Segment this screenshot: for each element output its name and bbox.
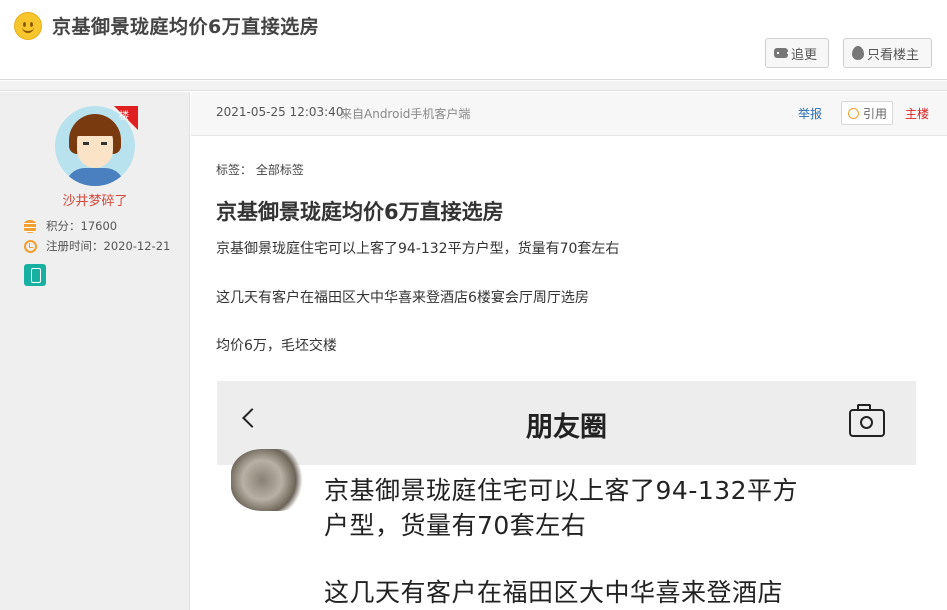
follow-button[interactable]: 追更 [765,38,829,68]
moment-text-line: 这几天有客户在福田区大中华喜来登酒店 [324,578,784,607]
droplet-icon [852,46,864,60]
post-tags[interactable]: 标签： 全部标签 [216,161,304,178]
owner-only-label: 只看楼主 [867,47,920,63]
post-paragraph: 京基御景珑庭住宅可以上客了94-132平方户型，货量有70套左右 [216,241,620,257]
mobile-phone-icon [24,264,46,286]
username-link[interactable]: 沙井梦碎了 [0,190,190,209]
quote-icon [848,107,859,119]
points-text: 积分：17600 [46,219,118,233]
floor-badge-text: 楼 [119,111,129,122]
post-title: 京基御景珑庭均价6万直接选房 [216,200,504,224]
embedded-nav-bar: 朋友圈 [217,381,916,465]
post-source: 来自Android手机客户端 [340,107,471,121]
camera-icon [849,404,885,437]
author-panel: 楼 沙井梦碎了 积分：17600 注册时间：2020-12-21 [0,92,190,610]
post-time: 2021-05-25 12:03:40 [216,105,344,119]
coins-icon [24,219,36,233]
smiley-icon [14,12,42,40]
report-link[interactable]: 举报 [798,105,822,122]
register-text: 注册时间：2020-12-21 [46,239,171,253]
points-row: 积分：17600 [24,218,117,234]
moment-text-line: 京基御景珑庭住宅可以上客了94-132平方 [324,476,799,505]
post-paragraph: 均价6万，毛坯交楼 [216,338,337,354]
follow-label: 追更 [791,47,818,63]
embedded-screenshot[interactable]: 朋友圈 京基御景珑庭住宅可以上客了94-132平方 户型，货量有70套左右 这几… [217,381,916,610]
post-header: 2021-05-25 12:03:40 来自Android手机客户端 举报 引用… [191,92,947,136]
title-bar: 京基御景珑庭均价6万直接选房 追更 只看楼主 [0,0,947,80]
quote-label: 引用 [863,106,888,121]
embedded-nav-title: 朋友圈 [526,412,607,443]
divider-strip [0,81,947,91]
register-row: 注册时间：2020-12-21 [24,238,170,254]
post-paragraph: 这几天有客户在福田区大中华喜来登酒店6楼宴会厅周厅选房 [216,290,589,306]
thread-title: 京基御景珑庭均价6万直接选房 [52,16,320,38]
moment-avatar [231,449,309,511]
quote-button[interactable]: 引用 [841,101,893,125]
floor-label: 主楼 [905,107,930,121]
clock-icon [24,239,37,253]
moment-text-line: 户型，货量有70套左右 [324,511,587,540]
owner-only-button[interactable]: 只看楼主 [843,38,932,68]
chat-icon [774,48,789,58]
